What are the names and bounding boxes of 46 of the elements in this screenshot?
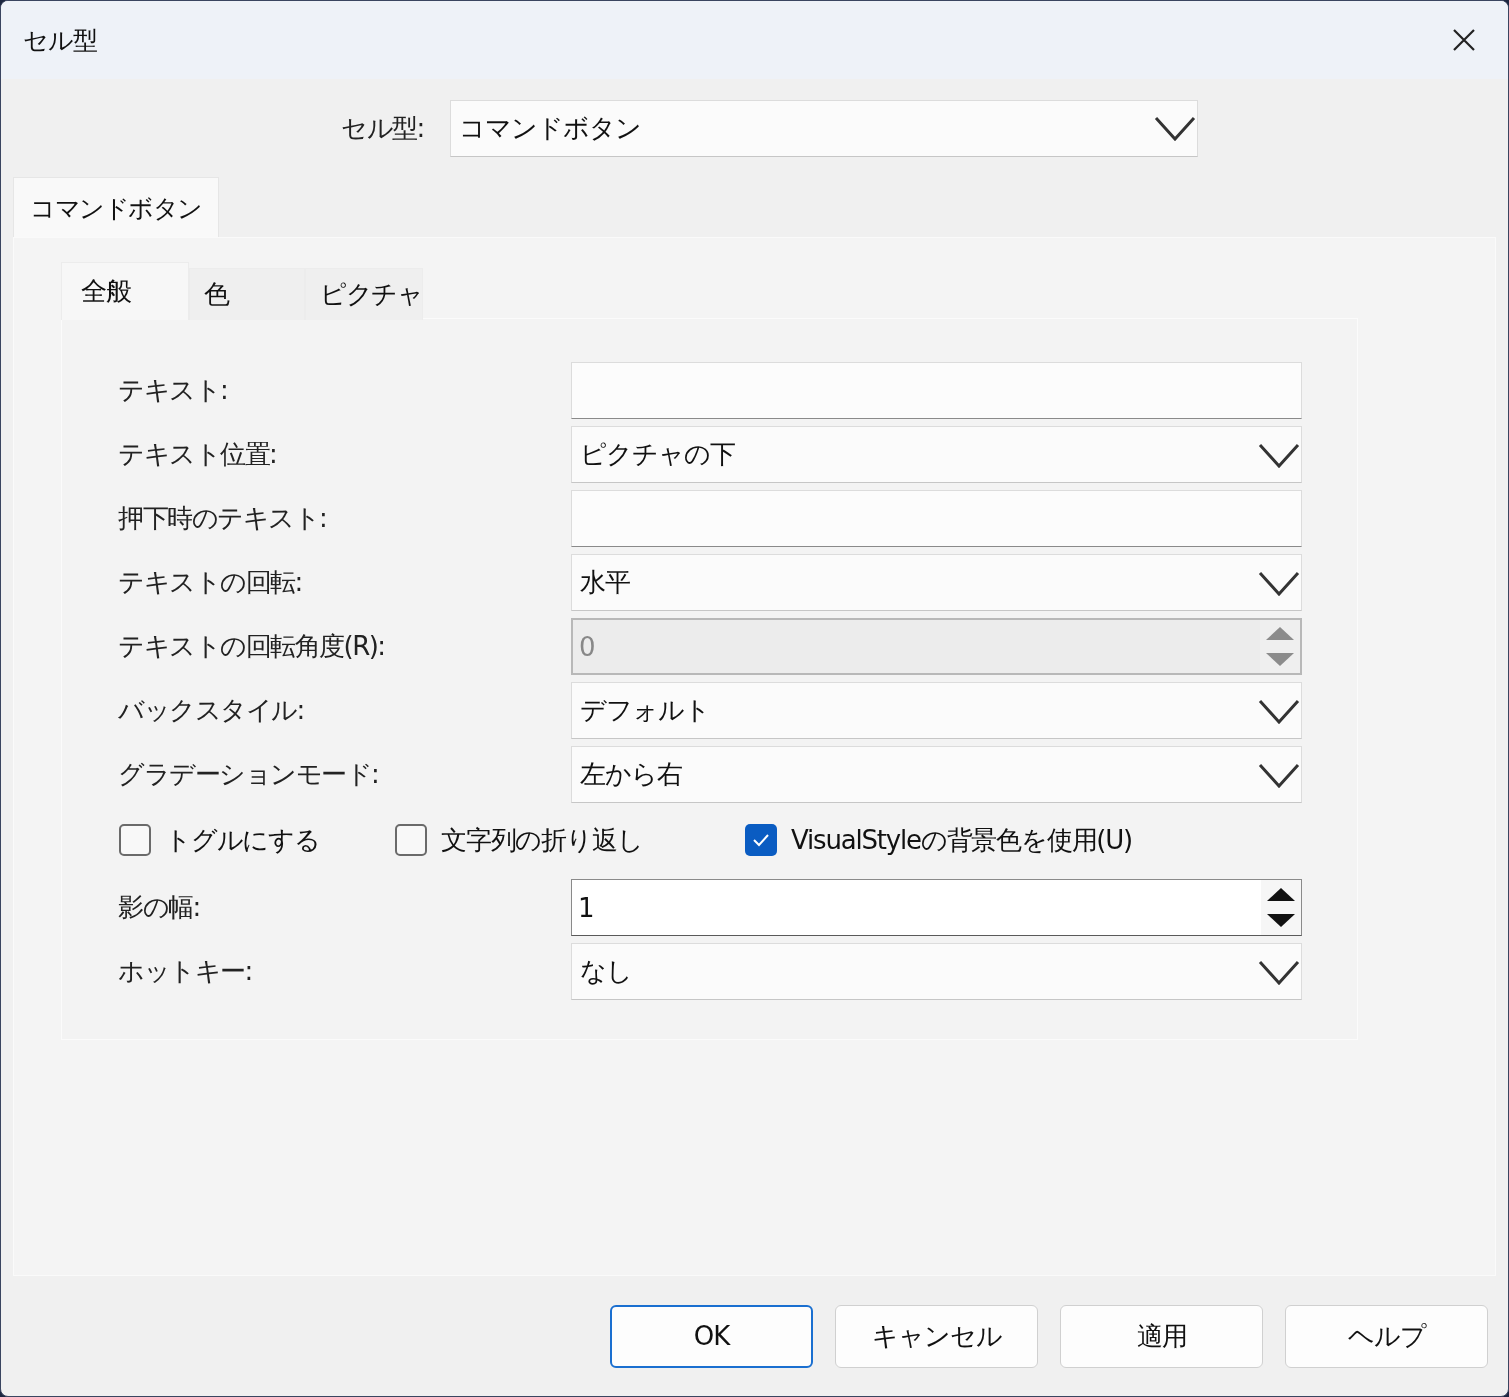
- dropdown[interactable]: 左から右: [571, 746, 1302, 803]
- field-label: 押下時のテキスト:: [118, 502, 328, 535]
- dropdown[interactable]: コマンドボタン: [449, 99, 1198, 157]
- field-label: テキスト:: [118, 374, 229, 407]
- checkbox-label: トグルにする: [165, 823, 320, 857]
- dropdown[interactable]: デフォルト: [571, 682, 1302, 739]
- dialog-button[interactable]: ヘルプ: [1285, 1304, 1488, 1368]
- dropdown-value: ピクチャの下: [580, 438, 735, 471]
- text-field[interactable]: [571, 362, 1302, 419]
- close-icon[interactable]: [1452, 28, 1476, 52]
- checkbox[interactable]: [395, 824, 427, 856]
- dialog-button[interactable]: キャンセル: [835, 1304, 1038, 1368]
- tab[interactable]: ピクチャ: [305, 268, 423, 320]
- checkbox-label: 文字列の折り返し: [441, 823, 643, 857]
- checkbox-label: VisualStyleの背景色を使用(U): [791, 823, 1133, 857]
- dropdown-value: なし: [580, 955, 632, 988]
- dropdown-value: デフォルト: [580, 694, 710, 727]
- text-field[interactable]: [571, 490, 1302, 547]
- dropdown[interactable]: ピクチャの下: [571, 426, 1302, 483]
- dropdown-value: コマンドボタン: [458, 111, 641, 145]
- spin-down-icon[interactable]: [1261, 907, 1301, 935]
- dropdown-value: 水平: [580, 566, 630, 599]
- window-title: セル型: [23, 24, 97, 57]
- checkbox[interactable]: [745, 824, 777, 856]
- checkbox[interactable]: [119, 824, 151, 856]
- field-label: テキストの回転:: [118, 566, 303, 599]
- tab[interactable]: 全般: [61, 262, 189, 320]
- field-label: グラデーションモード:: [118, 758, 380, 791]
- field-label: テキスト位置:: [118, 438, 278, 471]
- number-field[interactable]: 1: [571, 879, 1302, 936]
- tab[interactable]: コマンドボタン: [13, 177, 219, 239]
- check-icon: [752, 833, 770, 847]
- field-label: バックスタイル:: [118, 694, 305, 727]
- number-value: 1: [578, 892, 594, 923]
- tab[interactable]: 色: [189, 268, 305, 320]
- dropdown[interactable]: 水平: [571, 554, 1302, 611]
- field-label: テキストの回転角度(R):: [118, 630, 386, 663]
- field-label: 影の幅:: [118, 891, 201, 924]
- spin-up-icon[interactable]: [1261, 880, 1301, 908]
- field-label: セル型:: [341, 111, 424, 145]
- field-label: ホットキー:: [118, 955, 253, 988]
- dropdown[interactable]: なし: [571, 943, 1302, 1000]
- dropdown-value: 左から右: [580, 758, 682, 791]
- dialog-button[interactable]: OK: [610, 1304, 813, 1368]
- dialog-button[interactable]: 適用: [1060, 1304, 1263, 1368]
- number-value: 0: [579, 631, 595, 662]
